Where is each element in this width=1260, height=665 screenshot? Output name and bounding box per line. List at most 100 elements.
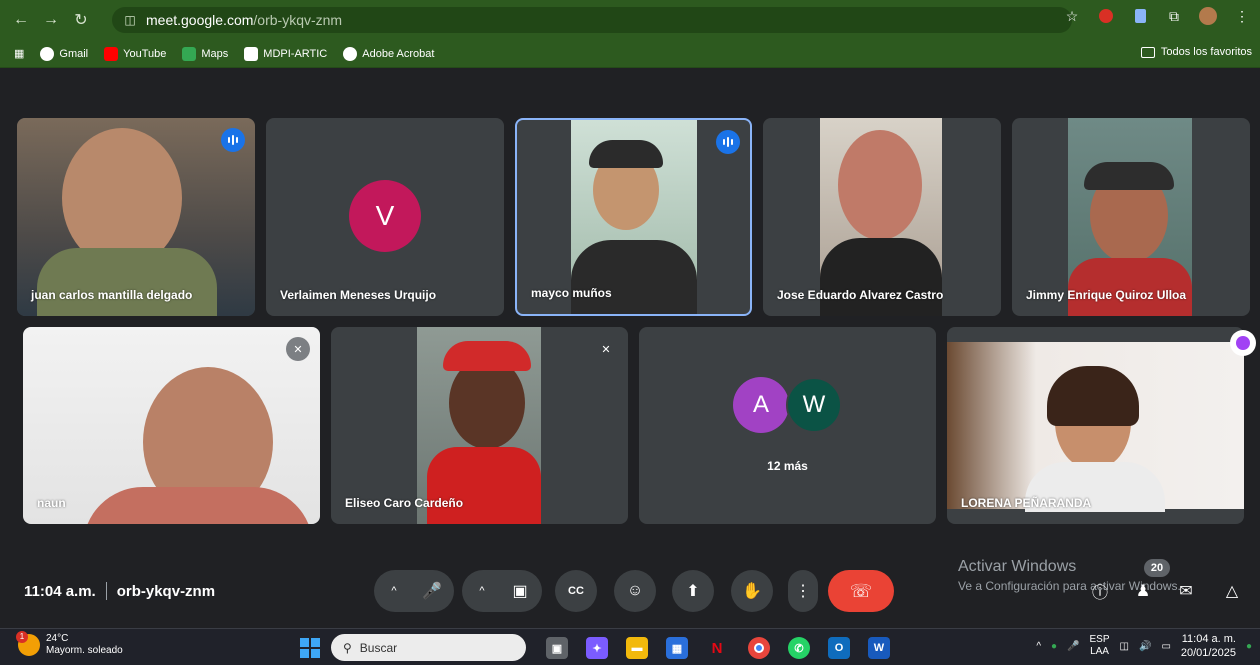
url-path: /orb-ykqv-znm xyxy=(253,12,343,28)
tray-app-icon[interactable]: ● xyxy=(1051,641,1057,652)
weather-widget[interactable]: 1 24°C Mayorm. soleado xyxy=(16,631,123,657)
reload-icon[interactable]: ↻ xyxy=(66,5,96,35)
bookmark-mdpi[interactable]: MDPI-ARTIC xyxy=(244,46,327,61)
participant-name: Jose Eduardo Alvarez Castro xyxy=(777,288,944,302)
participant-face xyxy=(838,130,922,240)
folder-icon xyxy=(1140,46,1155,58)
back-arrow-icon[interactable]: ← xyxy=(6,5,36,35)
file-explorer-icon[interactable]: ▬ xyxy=(626,637,648,659)
taskbar-search[interactable]: ⚲ Buscar xyxy=(331,634,526,661)
participant-tile[interactable]: ✕ Eliseo Caro Cardeño xyxy=(331,327,628,524)
url-host: meet.google.com xyxy=(146,12,254,28)
weather-condition: Mayorm. soleado xyxy=(46,645,123,656)
notification-bell-icon[interactable]: ● xyxy=(1246,641,1252,652)
bookmark-acrobat[interactable]: Adobe Acrobat xyxy=(343,46,434,61)
emoji-icon: ☺ xyxy=(626,582,644,599)
more-participants-label: 12 más xyxy=(767,459,808,473)
language-layout: LAA xyxy=(1090,646,1109,657)
bookmark-label: Gmail xyxy=(59,47,89,60)
reactions-button[interactable]: ☺ xyxy=(614,570,656,612)
tray-mic-icon[interactable]: 🎤 xyxy=(1067,641,1079,652)
windows-start-icon[interactable] xyxy=(300,638,320,658)
bookmark-star-icon[interactable]: ☆ xyxy=(1062,6,1082,26)
participant-tile[interactable]: V Verlaimen Meneses Urquijo xyxy=(266,118,504,316)
copilot-icon[interactable]: ✦ xyxy=(586,637,608,659)
google-icon xyxy=(40,46,55,61)
weather-badge: 1 xyxy=(16,631,28,643)
present-button[interactable]: ⬆ xyxy=(672,570,714,612)
chrome-icon[interactable] xyxy=(748,637,770,659)
participant-name: Jimmy Enrique Quiroz Ulloa xyxy=(1026,288,1187,302)
divider xyxy=(105,582,107,600)
globe-icon xyxy=(343,46,358,61)
activities-icon[interactable]: △ xyxy=(1219,578,1245,604)
language-indicator[interactable]: ESP LAA xyxy=(1090,634,1110,658)
task-view-icon[interactable]: ▣ xyxy=(546,637,568,659)
participant-cap xyxy=(1084,162,1174,190)
participant-tile[interactable]: ✕ naun xyxy=(23,327,320,524)
bookmark-youtube[interactable]: YouTube xyxy=(104,46,167,61)
favorites-label: Todos los favoritos xyxy=(1160,46,1252,58)
participant-hair xyxy=(1047,366,1139,426)
people-icon[interactable]: ♟ xyxy=(1130,578,1156,604)
participant-tile[interactable]: Jimmy Enrique Quiroz Ulloa xyxy=(1012,118,1250,316)
bookmark-maps[interactable]: Maps xyxy=(182,46,228,61)
search-icon: ⚲ xyxy=(343,640,352,655)
bookmark-label: YouTube xyxy=(123,47,167,60)
whatsapp-icon[interactable]: ✆ xyxy=(788,637,810,659)
participant-name: juan carlos mantilla delgado xyxy=(31,288,193,302)
participant-video xyxy=(1068,118,1192,316)
mic-off-icon: ✕ xyxy=(601,343,611,356)
store-icon[interactable]: ▦ xyxy=(666,637,688,659)
volume-icon[interactable]: 🔊 xyxy=(1139,641,1151,652)
meeting-code[interactable]: orb-ykqv-znm xyxy=(117,583,215,600)
outlook-icon[interactable]: O xyxy=(828,637,850,659)
participant-name: naun xyxy=(37,496,66,510)
participant-shirt xyxy=(571,240,697,314)
captions-button[interactable]: CC xyxy=(555,570,597,612)
participant-name: Eliseo Caro Cardeño xyxy=(345,496,464,510)
captions-icon: CC xyxy=(568,585,584,597)
participant-avatar: V xyxy=(349,180,421,252)
meeting-info-icon[interactable]: ⓘ xyxy=(1087,578,1113,604)
microphone-icon[interactable]: 🎤 xyxy=(412,581,452,601)
participant-shirt xyxy=(820,238,942,316)
speaking-indicator-icon xyxy=(221,128,245,152)
participant-video xyxy=(947,342,1244,512)
raise-hand-button[interactable]: ✋ xyxy=(731,570,773,612)
browser-actions: ☆ ⧉ ⋮ xyxy=(1062,6,1252,26)
word-icon[interactable]: W xyxy=(868,637,890,659)
participant-tile[interactable]: LORENA PEÑARANDA xyxy=(947,327,1244,524)
leave-call-button[interactable]: ☏ xyxy=(828,570,894,612)
address-bar[interactable]: ◫ meet.google.com/orb-ykqv-znm xyxy=(112,7,1072,33)
menu-kebab-icon[interactable]: ⋮ xyxy=(1232,6,1252,26)
participant-video xyxy=(571,120,697,314)
extensions-puzzle-icon[interactable]: ⧉ xyxy=(1164,6,1184,26)
participant-tile-active[interactable]: mayco muños xyxy=(515,118,752,316)
battery-icon[interactable]: ▭ xyxy=(1161,641,1170,652)
audio-options-chevron-icon[interactable]: ^ xyxy=(376,585,412,597)
chat-icon[interactable]: ✉ xyxy=(1173,578,1199,604)
participant-tile[interactable]: Jose Eduardo Alvarez Castro xyxy=(763,118,1001,316)
tray-overflow-chevron-icon[interactable]: ^ xyxy=(1036,641,1041,652)
all-favorites[interactable]: Todos los favoritos xyxy=(1140,46,1252,58)
site-info-icon[interactable]: ◫ xyxy=(122,12,138,28)
extension-doc-icon[interactable] xyxy=(1130,6,1150,26)
extension-red-icon[interactable] xyxy=(1096,6,1116,26)
profile-avatar-icon[interactable] xyxy=(1198,6,1218,26)
gemini-extension-icon[interactable] xyxy=(1230,330,1256,356)
participant-tile[interactable]: juan carlos mantilla delgado xyxy=(17,118,255,316)
meeting-time: 11:04 a.m. xyxy=(24,582,96,600)
forward-arrow-icon[interactable]: → xyxy=(36,5,66,35)
camera-icon[interactable]: ▣ xyxy=(500,581,540,601)
participant-shirt xyxy=(1068,258,1192,316)
bookmark-gmail[interactable]: Gmail xyxy=(40,46,89,61)
more-options-button[interactable]: ⋮ xyxy=(788,570,818,612)
netflix-icon[interactable]: N xyxy=(706,637,728,659)
clock[interactable]: 11:04 a. m. 20/01/2025 xyxy=(1181,632,1236,660)
apps-grid-icon[interactable]: ▦ xyxy=(14,47,24,60)
video-options-chevron-icon[interactable]: ^ xyxy=(464,585,500,597)
participant-overflow-tile[interactable]: A W 12 más xyxy=(639,327,936,524)
display-icon[interactable]: ◫ xyxy=(1120,641,1129,652)
participant-cap xyxy=(589,140,663,168)
